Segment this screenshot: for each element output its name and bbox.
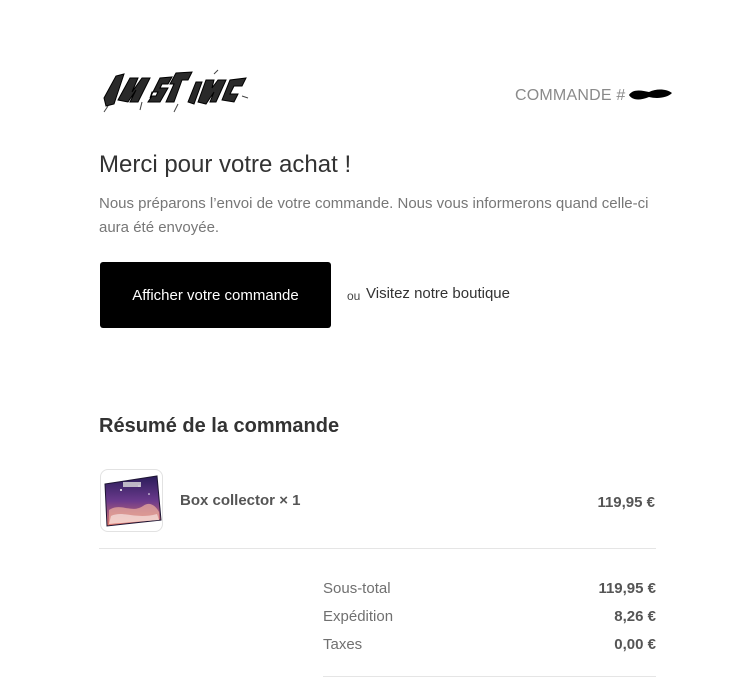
totals-divider [323,676,656,677]
taxes-value: 0,00 € [614,635,656,653]
or-separator: ou [347,289,361,303]
order-label-text: COMMANDE # [515,87,626,104]
brand-logo-mark [103,69,249,113]
taxes-row: Taxes 0,00 € [323,630,656,658]
product-thumbnail [100,469,163,532]
subtotal-value: 119,95 € [598,579,656,597]
redacted-order-number [627,86,673,102]
brand-logo [102,68,250,114]
order-totals: Sous-total 119,95 € Expédition 8,26 € Ta… [323,574,656,658]
subtotal-label: Sous-total [323,579,391,597]
page-title: Merci pour votre achat ! [99,151,352,178]
view-order-button[interactable]: Afficher votre commande [100,262,331,328]
order-summary-title: Résumé de la commande [99,415,340,437]
view-order-button-label: Afficher votre commande [132,286,299,304]
box-collector-image [104,475,162,527]
shipping-label: Expédition [323,607,394,625]
section-divider [99,548,656,549]
confirmation-message: Nous préparons l’envoi de votre commande… [99,195,649,236]
order-number-label: COMMANDE # [515,86,673,105]
taxes-label: Taxes [323,635,363,653]
shipping-row: Expédition 8,26 € [323,602,656,630]
shipping-value: 8,26 € [614,607,656,625]
line-item-price: 119,95 € [597,494,655,511]
subtotal-row: Sous-total 119,95 € [323,574,656,602]
line-item-name: Box collector × 1 [180,492,301,509]
visit-shop-link[interactable]: Visitez notre boutique [366,285,510,302]
